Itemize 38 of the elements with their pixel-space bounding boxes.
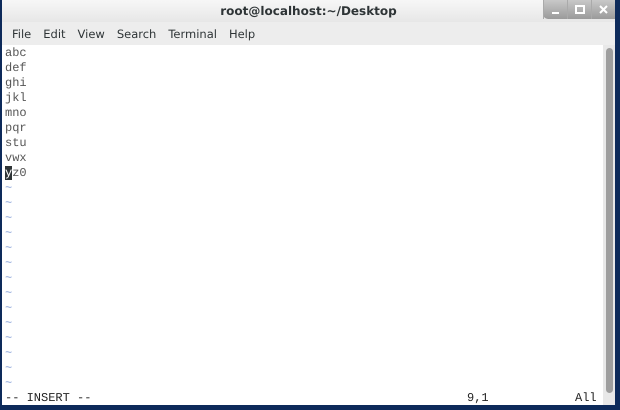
- empty-line-marker: ~: [5, 211, 12, 225]
- menu-item[interactable]: Terminal: [162, 26, 223, 40]
- text-line: stu: [5, 136, 27, 150]
- empty-line-marker: ~: [5, 376, 12, 390]
- empty-line-marker: ~: [5, 256, 12, 270]
- scrollbar-thumb[interactable]: [606, 48, 612, 393]
- empty-line-marker: ~: [5, 241, 12, 255]
- menu-item[interactable]: Search: [110, 26, 162, 40]
- text-line: def: [5, 61, 27, 75]
- menu-item[interactable]: Help: [222, 26, 262, 40]
- menu-item[interactable]: File: [6, 26, 38, 40]
- mode-indicator: -- INSERT --: [5, 391, 92, 406]
- empty-line-marker: ~: [5, 226, 12, 240]
- empty-line-marker: ~: [5, 331, 12, 345]
- menu-item[interactable]: Edit: [37, 26, 72, 40]
- close-icon: [599, 5, 608, 14]
- window-title: root@localhost:~/Desktop: [220, 4, 397, 18]
- text-line: mno: [5, 106, 27, 120]
- text-line: vwx: [5, 151, 27, 165]
- scroll-indicator: All: [575, 391, 598, 406]
- empty-line-marker: ~: [5, 271, 12, 285]
- empty-line-marker: ~: [5, 286, 12, 300]
- text-line: abc: [5, 46, 27, 60]
- text-line: pqr: [5, 121, 27, 135]
- minimize-icon: [552, 12, 559, 14]
- empty-line-marker: ~: [5, 316, 12, 330]
- cursor-position: 9,1: [467, 391, 490, 406]
- text-line: jkl: [5, 91, 27, 105]
- scrollbar[interactable]: [603, 45, 615, 405]
- text-line: yz0: [5, 166, 27, 180]
- empty-line-marker: ~: [5, 346, 12, 360]
- empty-line-marker: ~: [5, 196, 12, 210]
- menu-item[interactable]: View: [72, 26, 111, 40]
- empty-line-marker: ~: [5, 361, 12, 375]
- text-line: ghi: [5, 76, 27, 90]
- empty-line-marker: ~: [5, 181, 12, 195]
- maximize-icon: [574, 5, 584, 14]
- empty-line-marker: ~: [5, 301, 12, 315]
